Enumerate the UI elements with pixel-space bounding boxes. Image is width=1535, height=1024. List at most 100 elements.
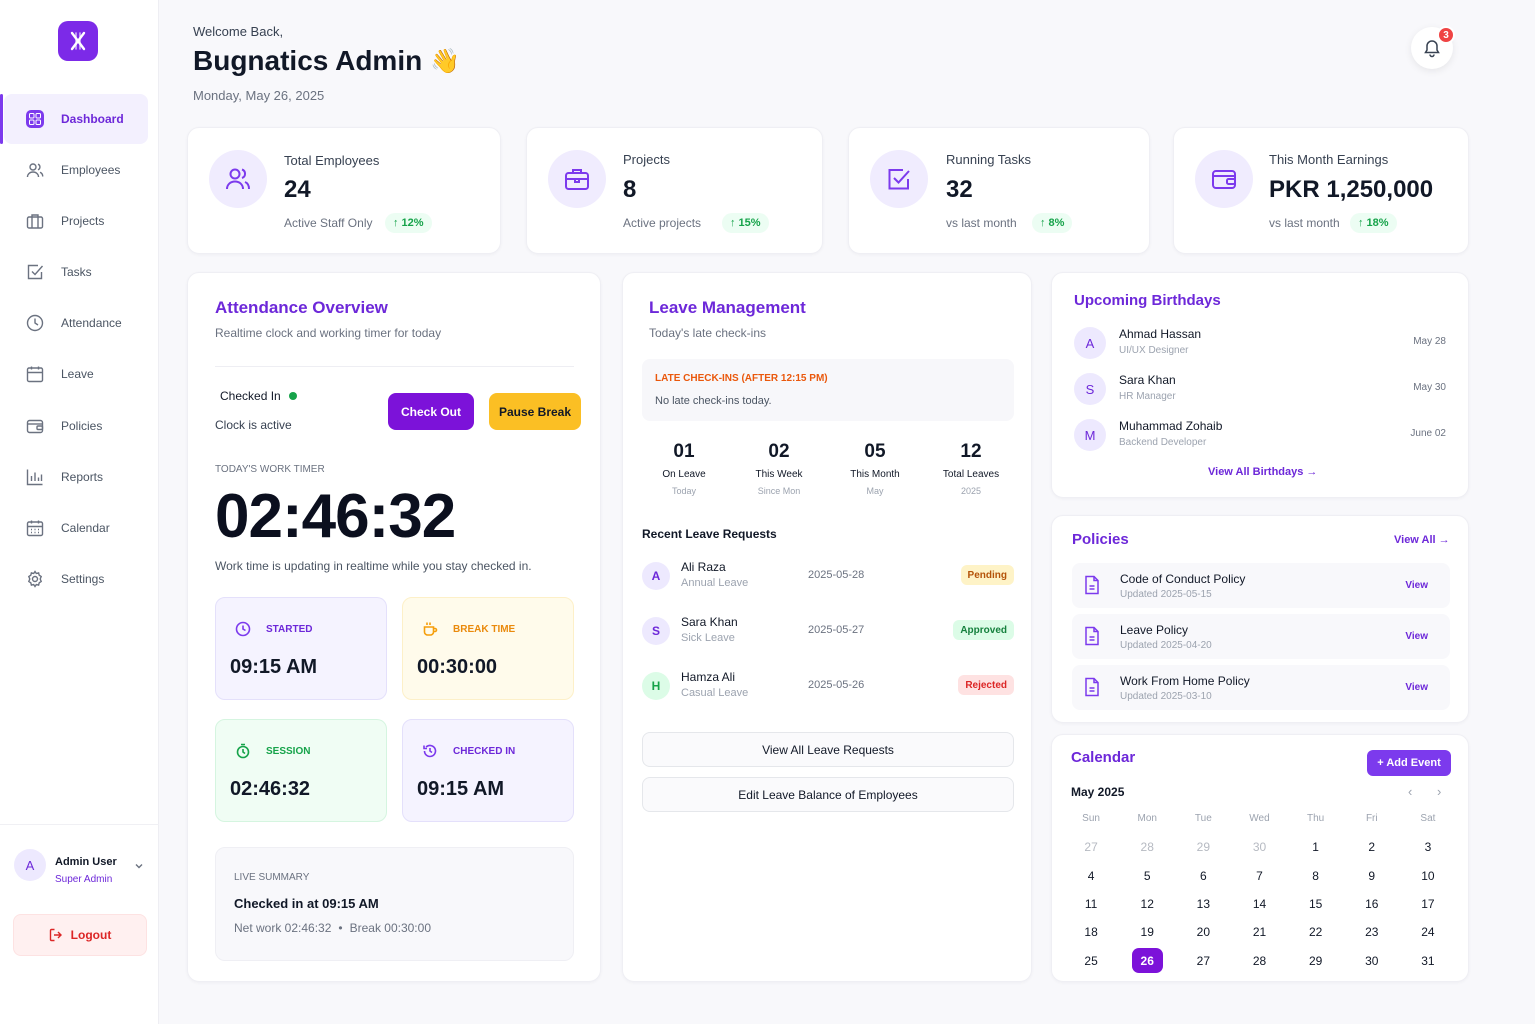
list-item[interactable]: H Hamza Ali Casual Leave 2025-05-26 Reje… <box>642 670 1014 710</box>
summary-break: Break 00:30:00 <box>349 921 431 935</box>
view-all-leave-requests-button[interactable]: View All Leave Requests <box>642 732 1014 767</box>
tile-value: 02:46:32 <box>230 778 311 800</box>
attendance-title: Attendance Overview <box>215 298 388 317</box>
calendar-day[interactable]: 30 <box>1231 833 1287 861</box>
calendar-day[interactable]: 5 <box>1119 861 1175 889</box>
calendar-day[interactable]: 19 <box>1119 918 1175 946</box>
user-profile[interactable]: A Admin User Super Admin <box>0 824 159 904</box>
view-all-birthdays-link[interactable]: View All Birthdays → <box>1208 466 1317 478</box>
calendar-day[interactable]: 23 <box>1344 918 1400 946</box>
request-name: Ali Raza <box>681 560 726 574</box>
request-type: Sick Leave <box>681 632 735 644</box>
calendar-day[interactable]: 28 <box>1231 947 1287 975</box>
calendar-day[interactable]: 9 <box>1344 861 1400 889</box>
logout-button[interactable]: Logout <box>13 914 147 956</box>
sidebar-item-leave[interactable]: Leave <box>0 349 159 399</box>
calendar-day[interactable]: 14 <box>1231 890 1287 918</box>
status-dot <box>288 392 297 400</box>
calendar-day[interactable]: 3 <box>1400 833 1456 861</box>
sidebar-item-label: Attendance <box>61 316 122 331</box>
grid-icon <box>26 110 44 128</box>
weekday-label: Fri <box>1365 813 1378 824</box>
calendar-day[interactable]: 6 <box>1175 861 1231 889</box>
calendar-grid-icon <box>26 519 44 537</box>
attendance-panel: Attendance Overview Realtime clock and w… <box>187 272 601 982</box>
profile-role: Super Admin <box>55 874 113 885</box>
list-item[interactable]: A Ali Raza Annual Leave 2025-05-28 Pendi… <box>642 560 1014 600</box>
sidebar-item-employees[interactable]: Employees <box>0 145 159 195</box>
list-item[interactable]: M Muhammad Zohaib Backend Developer June… <box>1074 418 1446 454</box>
wallet-icon <box>1195 150 1253 208</box>
calendar-day[interactable]: 15 <box>1288 890 1344 918</box>
calendar-day[interactable]: 2 <box>1344 833 1400 861</box>
list-item[interactable]: A Ahmad Hassan UI/UX Designer May 28 <box>1074 326 1446 362</box>
sidebar-item-calendar[interactable]: Calendar <box>0 503 159 553</box>
calendar-day[interactable]: 1 <box>1288 833 1344 861</box>
sidebar-item-tasks[interactable]: Tasks <box>0 247 159 297</box>
leave-stat-label: This Week <box>755 469 803 480</box>
late-checkins-box: LATE CHECK-INS (AFTER 12:15 PM) No late … <box>642 359 1014 421</box>
leave-stat-number: 12 <box>960 441 982 462</box>
view-all-policies-link[interactable]: View All → <box>1394 534 1450 546</box>
stat-card-employees: Total Employees 24 Active Staff Only ↑ 1… <box>187 127 501 254</box>
view-policy-button[interactable]: View <box>1405 631 1428 642</box>
next-month-button[interactable]: › <box>1437 784 1441 799</box>
app-logo[interactable] <box>58 21 98 61</box>
wallet-icon <box>26 417 44 435</box>
prev-month-button[interactable]: ‹ <box>1408 784 1412 799</box>
calendar-day[interactable]: 17 <box>1400 890 1456 918</box>
pause-break-button[interactable]: Pause Break <box>489 393 581 430</box>
calendar-day[interactable]: 27 <box>1063 833 1119 861</box>
edit-leave-balance-button[interactable]: Edit Leave Balance of Employees <box>642 777 1014 812</box>
calendar-day[interactable]: 11 <box>1063 890 1119 918</box>
calendar-day[interactable]: 20 <box>1175 918 1231 946</box>
calendar-day[interactable]: 22 <box>1288 918 1344 946</box>
calendar-day[interactable]: 8 <box>1288 861 1344 889</box>
birthdays-title: Upcoming Birthdays <box>1074 292 1221 309</box>
sidebar-item-settings[interactable]: Settings <box>0 554 159 604</box>
list-item[interactable]: S Sara Khan Sick Leave 2025-05-27 Approv… <box>642 615 1014 655</box>
calendar-day[interactable]: 4 <box>1063 861 1119 889</box>
calendar-day[interactable]: 24 <box>1400 918 1456 946</box>
sidebar-item-dashboard[interactable]: Dashboard <box>0 94 148 144</box>
calendar-day[interactable]: 16 <box>1344 890 1400 918</box>
calendar-day[interactable]: 18 <box>1063 918 1119 946</box>
calendar-panel: Calendar + Add Event May 2025 ‹ › Sun Mo… <box>1051 734 1469 982</box>
calendar-day[interactable]: 10 <box>1400 861 1456 889</box>
notifications-button[interactable]: 3 <box>1411 26 1455 69</box>
sidebar-item-attendance[interactable]: Attendance <box>0 298 159 348</box>
calendar-day[interactable]: 27 <box>1175 947 1231 975</box>
calendar-day[interactable]: 7 <box>1231 861 1287 889</box>
view-policy-button[interactable]: View <box>1405 682 1428 693</box>
weekday-header: Sun Mon Tue Wed Thu Fri Sat <box>1063 813 1456 833</box>
chevron-down-icon[interactable] <box>134 861 144 871</box>
sidebar-item-reports[interactable]: Reports <box>0 452 159 502</box>
calendar-day[interactable]: 28 <box>1119 833 1175 861</box>
add-event-button[interactable]: + Add Event <box>1367 750 1451 776</box>
calendar-day[interactable]: 29 <box>1175 833 1231 861</box>
calendar-day[interactable]: 31 <box>1400 947 1456 975</box>
calendar-day[interactable]: 21 <box>1231 918 1287 946</box>
calendar-day[interactable]: 30 <box>1344 947 1400 975</box>
sidebar-item-projects[interactable]: Projects <box>0 196 159 246</box>
list-item[interactable]: S Sara Khan HR Manager May 30 <box>1074 372 1446 408</box>
stat-sub: Active projects <box>623 216 702 230</box>
stat-label: Projects <box>623 152 670 167</box>
calendar-day[interactable]: 25 <box>1063 947 1119 975</box>
list-item[interactable]: Work From Home Policy Updated 2025-03-10… <box>1072 665 1450 710</box>
check-out-button[interactable]: Check Out <box>388 393 474 430</box>
tile-break-time: BREAK TIME 00:30:00 <box>402 597 574 700</box>
leave-stat-label: On Leave <box>662 469 706 480</box>
calendar-day[interactable]: 29 <box>1288 947 1344 975</box>
sidebar-item-label: Projects <box>61 214 105 229</box>
users-icon <box>209 150 267 208</box>
leave-stat-sub: May <box>866 486 884 496</box>
calendar-day[interactable]: 12 <box>1119 890 1175 918</box>
calendar-day[interactable]: 13 <box>1175 890 1231 918</box>
list-item[interactable]: Leave Policy Updated 2025-04-20 View <box>1072 614 1450 659</box>
sidebar-item-policies[interactable]: Policies <box>0 401 159 451</box>
view-policy-button[interactable]: View <box>1405 580 1428 591</box>
list-item[interactable]: Code of Conduct Policy Updated 2025-05-1… <box>1072 563 1450 608</box>
calendar-day-today[interactable]: 26 <box>1119 947 1175 975</box>
status-badge: Approved <box>953 620 1014 640</box>
